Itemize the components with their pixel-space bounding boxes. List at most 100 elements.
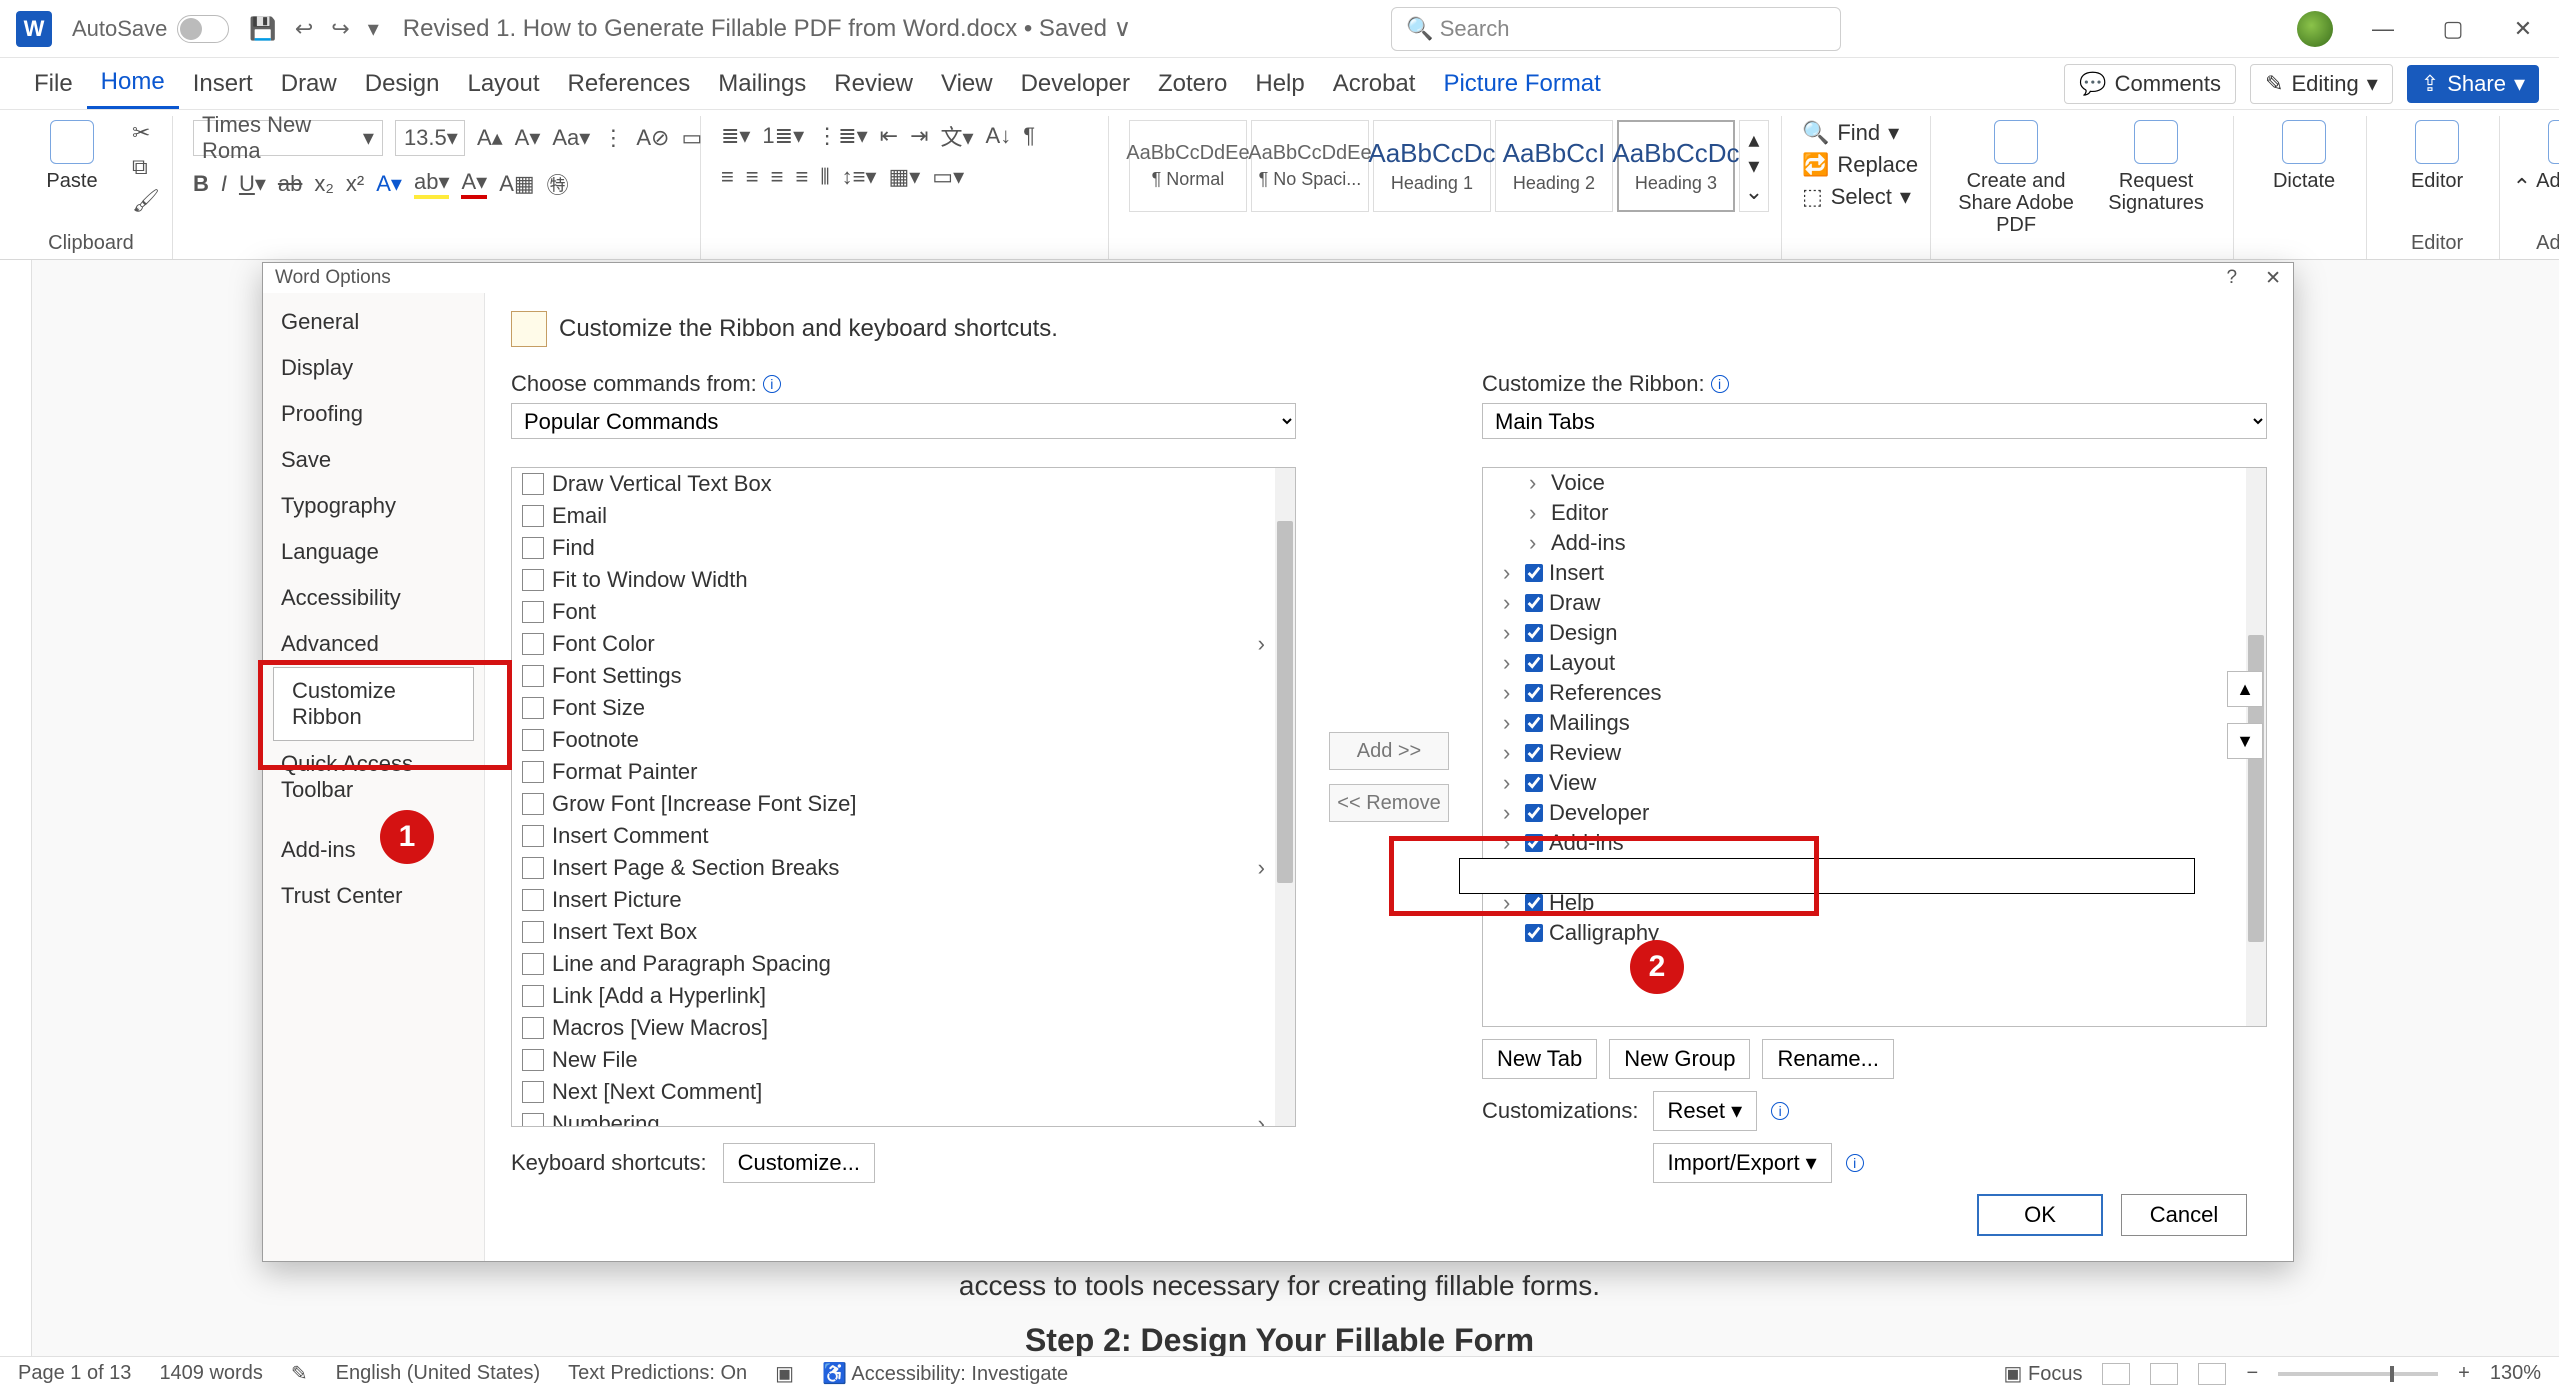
- tab-checkbox[interactable]: [1525, 594, 1543, 612]
- autosave-toggle[interactable]: AutoSave: [72, 15, 229, 43]
- tree-tab-references[interactable]: ›References: [1483, 678, 2246, 708]
- status-macro-icon[interactable]: ▣: [775, 1361, 794, 1386]
- tree-tab-layout[interactable]: ›Layout: [1483, 648, 2246, 678]
- style-heading2[interactable]: AaBbCcIHeading 2: [1495, 120, 1613, 212]
- underline-icon[interactable]: U▾: [239, 171, 266, 197]
- font-color-icon[interactable]: A▾: [461, 169, 487, 199]
- focus-mode-button[interactable]: ▣ Focus: [2004, 1361, 2083, 1386]
- sidebar-item-general[interactable]: General: [263, 299, 484, 345]
- tab-picture-format[interactable]: Picture Format: [1429, 60, 1614, 108]
- justify-icon[interactable]: ≡: [795, 164, 808, 190]
- import-export-button[interactable]: Import/Export ▾: [1653, 1143, 1832, 1183]
- dictate-button[interactable]: Dictate: [2254, 120, 2354, 193]
- command-item[interactable]: Insert Text Box: [512, 916, 1275, 948]
- tree-tab-add-ins[interactable]: ›Add-ins: [1483, 828, 2246, 858]
- borders-icon[interactable]: ▭▾: [932, 164, 964, 190]
- align-right-icon[interactable]: ≡: [771, 164, 784, 190]
- reset-button[interactable]: Reset ▾: [1653, 1091, 1758, 1131]
- shrink-font-icon[interactable]: A▾: [515, 125, 541, 151]
- italic-icon[interactable]: I: [221, 171, 227, 197]
- tab-design[interactable]: Design: [351, 60, 454, 108]
- dialog-close-icon[interactable]: ✕: [2265, 267, 2281, 290]
- tree-tab-view[interactable]: ›View: [1483, 768, 2246, 798]
- command-item[interactable]: Macros [View Macros]: [512, 1012, 1275, 1044]
- adobe-pdf-button[interactable]: Create and Share Adobe PDF: [1951, 120, 2081, 236]
- zoom-in-icon[interactable]: +: [2458, 1362, 2470, 1385]
- tab-checkbox[interactable]: [1525, 924, 1543, 942]
- command-item[interactable]: Font Size: [512, 692, 1275, 724]
- tab-layout[interactable]: Layout: [453, 60, 553, 108]
- undo-icon[interactable]: ↩: [295, 16, 313, 42]
- select-button[interactable]: ⬚ Select ▾: [1802, 184, 1918, 210]
- font-name-select[interactable]: Times New Roma▾: [193, 120, 383, 156]
- find-button[interactable]: 🔍 Find ▾: [1802, 120, 1918, 146]
- tree-tab-calligraphy[interactable]: Calligraphy: [1483, 918, 2246, 948]
- replace-button[interactable]: 🔁 Replace: [1802, 152, 1918, 178]
- info-icon[interactable]: i: [763, 375, 781, 393]
- info-icon[interactable]: i: [1711, 375, 1729, 393]
- tree-tab-design[interactable]: ›Design: [1483, 618, 2246, 648]
- tab-help[interactable]: Help: [1241, 60, 1318, 108]
- move-up-button[interactable]: ▲: [2227, 671, 2263, 707]
- sort-icon[interactable]: A↓: [986, 123, 1012, 149]
- status-predictions[interactable]: Text Predictions: On: [568, 1362, 747, 1385]
- line-spacing-icon[interactable]: ↕≡▾: [842, 164, 877, 190]
- style-nospacing[interactable]: AaBbCcDdEe¶ No Spaci...: [1251, 120, 1369, 212]
- window-minimize-icon[interactable]: —: [2363, 16, 2403, 42]
- view-read-icon[interactable]: [2102, 1363, 2130, 1385]
- status-page[interactable]: Page 1 of 13: [18, 1362, 131, 1385]
- command-item[interactable]: Font Settings: [512, 660, 1275, 692]
- command-item[interactable]: Fit to Window Width: [512, 564, 1275, 596]
- font-size-select[interactable]: 13.5▾: [395, 120, 465, 156]
- styles-more-icon[interactable]: ⌄: [1745, 179, 1763, 205]
- command-item[interactable]: Grow Font [Increase Font Size]: [512, 788, 1275, 820]
- sidebar-item-typography[interactable]: Typography: [263, 483, 484, 529]
- view-web-icon[interactable]: [2198, 1363, 2226, 1385]
- numbering-icon[interactable]: 1≣▾: [762, 123, 804, 149]
- commands-listbox[interactable]: Draw Vertical Text BoxEmailFindFit to Wi…: [511, 467, 1296, 1127]
- change-case-icon[interactable]: Aa▾: [552, 125, 590, 151]
- tree-tab-developer[interactable]: ›Developer: [1483, 798, 2246, 828]
- customize-ribbon-select[interactable]: Main Tabs: [1482, 403, 2267, 439]
- ribbon-tree[interactable]: ›Voice›Editor›Add-ins›Insert›Draw›Design…: [1482, 467, 2267, 1027]
- ribbon-collapse-icon[interactable]: ⌃: [2501, 170, 2543, 202]
- tab-checkbox[interactable]: [1525, 804, 1543, 822]
- tab-file[interactable]: File: [20, 60, 87, 108]
- command-item[interactable]: Insert Comment: [512, 820, 1275, 852]
- subscript-icon[interactable]: x₂: [314, 171, 334, 197]
- info-icon[interactable]: i: [1846, 1154, 1864, 1172]
- styles-down-icon[interactable]: ▾: [1748, 153, 1759, 179]
- commands-scrollbar[interactable]: [1275, 468, 1295, 1126]
- command-item[interactable]: Format Painter: [512, 756, 1275, 788]
- sidebar-item-proofing[interactable]: Proofing: [263, 391, 484, 437]
- enclose-icon[interactable]: ㊕: [547, 168, 569, 200]
- command-item[interactable]: New File: [512, 1044, 1275, 1076]
- tab-checkbox[interactable]: [1525, 654, 1543, 672]
- tab-checkbox[interactable]: [1525, 714, 1543, 732]
- sidebar-item-trustcenter[interactable]: Trust Center: [263, 873, 484, 919]
- clear-format-icon[interactable]: A⊘: [636, 125, 669, 151]
- zoom-slider[interactable]: [2278, 1372, 2438, 1376]
- tree-tab-draw[interactable]: ›Draw: [1483, 588, 2246, 618]
- tree-subitem[interactable]: ›Add-ins: [1483, 528, 2246, 558]
- tab-review[interactable]: Review: [820, 60, 927, 108]
- choose-commands-select[interactable]: Popular Commands: [511, 403, 1296, 439]
- inc-indent-icon[interactable]: ⇥: [910, 123, 928, 149]
- command-item[interactable]: Find: [512, 532, 1275, 564]
- command-item[interactable]: Insert Page & Section Breaks›: [512, 852, 1275, 884]
- dec-indent-icon[interactable]: ⇤: [880, 123, 898, 149]
- tab-draw[interactable]: Draw: [267, 60, 351, 108]
- comments-button[interactable]: 💬 Comments: [2064, 64, 2236, 104]
- save-icon[interactable]: 💾: [249, 16, 276, 42]
- highlight-icon[interactable]: ab▾: [414, 169, 450, 199]
- zoom-out-icon[interactable]: −: [2246, 1362, 2258, 1385]
- search-input[interactable]: 🔍 Search: [1391, 7, 1841, 51]
- add-button[interactable]: Add >>: [1329, 732, 1449, 770]
- tab-zotero[interactable]: Zotero: [1144, 60, 1241, 108]
- tab-view[interactable]: View: [927, 60, 1007, 108]
- text-effects-icon[interactable]: A▾: [376, 171, 402, 197]
- tab-checkbox[interactable]: [1525, 774, 1543, 792]
- tab-references[interactable]: References: [554, 60, 705, 108]
- sidebar-item-qat[interactable]: Quick Access Toolbar: [263, 741, 484, 813]
- sidebar-item-customize-ribbon[interactable]: Customize Ribbon: [273, 667, 474, 741]
